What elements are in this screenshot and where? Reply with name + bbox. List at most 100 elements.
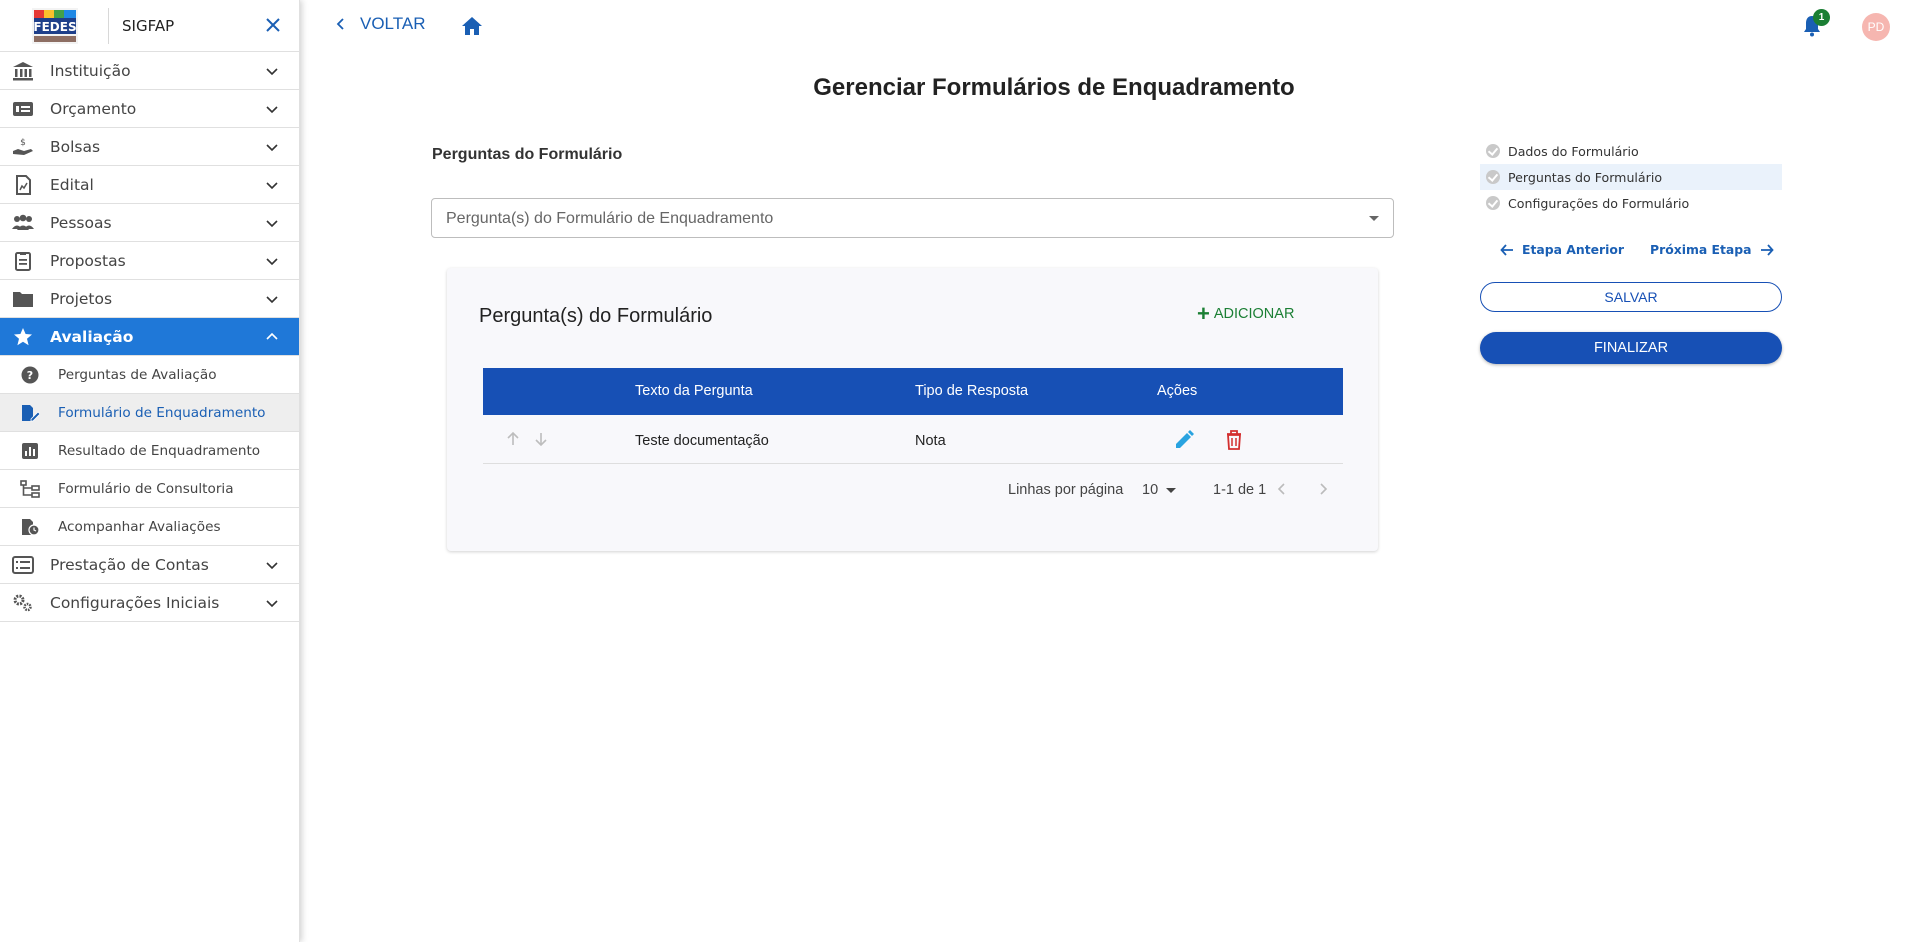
notification-badge: 1 bbox=[1813, 9, 1830, 26]
plus-icon: + bbox=[1197, 301, 1210, 326]
sidebar-item-label: Edital bbox=[50, 176, 94, 194]
add-button-label: ADICIONAR bbox=[1213, 306, 1295, 322]
document-edit-icon bbox=[22, 405, 40, 422]
star-icon bbox=[14, 328, 32, 346]
step-dados-formulario[interactable]: Dados do Formulário bbox=[1480, 138, 1782, 164]
card-title: Pergunta(s) do Formulário bbox=[479, 305, 713, 327]
question-select-placeholder: Pergunta(s) do Formulário de Enquadramen… bbox=[446, 210, 774, 227]
sidebar-item-label: Orçamento bbox=[50, 100, 137, 118]
list-icon bbox=[12, 556, 34, 574]
svg-text:?: ? bbox=[27, 369, 33, 382]
document-clock-icon bbox=[22, 519, 40, 536]
previous-step-label: Etapa Anterior bbox=[1522, 242, 1625, 257]
finish-button[interactable]: FINALIZAR bbox=[1480, 332, 1782, 364]
sidebar-item-edital[interactable]: Edital bbox=[0, 166, 299, 204]
rows-per-page-label: Linhas por página bbox=[1008, 482, 1124, 498]
close-icon[interactable] bbox=[262, 14, 284, 36]
section-title: Perguntas do Formulário bbox=[432, 146, 623, 163]
sidebar-subitem-formulario-enquadramento[interactable]: Formulário de Enquadramento bbox=[0, 394, 299, 432]
step-perguntas-formulario[interactable]: Perguntas do Formulário bbox=[1480, 164, 1782, 190]
home-icon[interactable] bbox=[460, 14, 484, 38]
save-button[interactable]: SALVAR bbox=[1480, 282, 1782, 312]
sidebar-item-bolsas[interactable]: $ Bolsas bbox=[0, 128, 299, 166]
sidebar-subitem-acompanhar-avaliacoes[interactable]: Acompanhar Avaliações bbox=[0, 508, 299, 546]
add-question-button[interactable]: + ADICIONAR bbox=[1197, 301, 1295, 326]
sidebar-item-label: Pessoas bbox=[50, 214, 112, 232]
sidebar-item-projetos[interactable]: Projetos bbox=[0, 280, 299, 318]
arrow-right-icon bbox=[1760, 243, 1774, 256]
rows-per-page-value: 10 bbox=[1142, 482, 1159, 498]
sidebar-subitem-label: Formulário de Enquadramento bbox=[58, 405, 266, 421]
step-label: Dados do Formulário bbox=[1508, 144, 1639, 159]
folder-icon bbox=[13, 292, 33, 307]
column-header-answer-type: Tipo de Resposta bbox=[915, 383, 1029, 399]
bank-icon bbox=[13, 62, 33, 81]
arrow-left-icon bbox=[1500, 243, 1513, 256]
top-bar: VOLTAR 1 PD bbox=[300, 0, 1918, 52]
delete-icon[interactable] bbox=[1224, 429, 1244, 451]
rows-per-page-select[interactable]: 10 bbox=[1142, 482, 1177, 498]
edit-icon[interactable] bbox=[1173, 429, 1195, 451]
logo-separator bbox=[108, 8, 109, 44]
svg-text:$: $ bbox=[20, 138, 26, 148]
money-card-icon bbox=[13, 102, 33, 116]
sidebar-item-configuracoes-iniciais[interactable]: Configurações Iniciais bbox=[0, 584, 299, 622]
next-step-button[interactable]: Próxima Etapa bbox=[1650, 242, 1774, 257]
back-button[interactable]: VOLTAR bbox=[334, 14, 426, 34]
document-chart-icon bbox=[16, 175, 31, 195]
chevron-right-icon[interactable] bbox=[1316, 482, 1330, 496]
pagination: Linhas por página 10 1-1 de 1 bbox=[483, 468, 1343, 508]
sidebar-subitem-formulario-consultoria[interactable]: Formulário de Consultoria bbox=[0, 470, 299, 508]
sidebar-subitem-perguntas-avaliacao[interactable]: ? Perguntas de Avaliação bbox=[0, 356, 299, 394]
chevron-down-icon bbox=[266, 106, 278, 114]
step-configuracoes-formulario[interactable]: Configurações do Formulário bbox=[1480, 190, 1782, 216]
sidebar: FEDES SIGFAP Instituição Orçamento $ Bol… bbox=[0, 0, 300, 942]
previous-step-button[interactable]: Etapa Anterior bbox=[1500, 242, 1624, 257]
stepper: Dados do Formulário Perguntas do Formulá… bbox=[1480, 138, 1782, 216]
sidebar-subitem-label: Acompanhar Avaliações bbox=[58, 519, 221, 535]
sidebar-item-avaliacao[interactable]: Avaliação bbox=[0, 318, 299, 356]
back-button-label: VOLTAR bbox=[360, 14, 426, 33]
avatar[interactable]: PD bbox=[1862, 13, 1890, 41]
sidebar-item-instituicao[interactable]: Instituição bbox=[0, 52, 299, 90]
column-header-question-text: Texto da Pergunta bbox=[635, 383, 753, 399]
step-label: Configurações do Formulário bbox=[1508, 196, 1690, 211]
bar-chart-icon bbox=[22, 443, 38, 459]
chevron-left-icon[interactable] bbox=[1275, 482, 1289, 496]
sidebar-item-label: Bolsas bbox=[50, 138, 101, 156]
chevron-left-icon bbox=[336, 18, 344, 30]
app-name: SIGFAP bbox=[122, 17, 175, 35]
chevron-up-icon bbox=[266, 332, 278, 340]
people-icon bbox=[12, 214, 34, 230]
sidebar-item-pessoas[interactable]: Pessoas bbox=[0, 204, 299, 242]
table-row: Teste documentação Nota bbox=[483, 416, 1343, 464]
sidebar-subitem-label: Formulário de Consultoria bbox=[58, 481, 234, 497]
questions-card: Pergunta(s) do Formulário + ADICIONAR Te… bbox=[447, 268, 1378, 551]
page-title: Gerenciar Formulários de Enquadramento bbox=[813, 74, 1295, 101]
sidebar-item-label: Configurações Iniciais bbox=[50, 594, 220, 612]
chevron-down-icon bbox=[266, 258, 278, 266]
hand-coin-icon: $ bbox=[13, 138, 33, 155]
dropdown-arrow-icon bbox=[1369, 216, 1379, 221]
sidebar-item-label: Projetos bbox=[50, 290, 113, 308]
sidebar-item-label: Instituição bbox=[50, 62, 131, 80]
chevron-down-icon bbox=[266, 68, 278, 76]
sidebar-item-orcamento[interactable]: Orçamento bbox=[0, 90, 299, 128]
arrow-down-icon[interactable] bbox=[533, 431, 549, 447]
clipboard-icon bbox=[15, 252, 31, 271]
sidebar-item-prestacao-contas[interactable]: Prestação de Contas bbox=[0, 546, 299, 584]
sidebar-subitem-resultado-enquadramento[interactable]: Resultado de Enquadramento bbox=[0, 432, 299, 470]
sidebar-item-label: Avaliação bbox=[50, 328, 134, 346]
chevron-down-icon bbox=[266, 144, 278, 152]
next-step-label: Próxima Etapa bbox=[1650, 242, 1752, 257]
svg-text:FEDES: FEDES bbox=[33, 20, 76, 34]
table-header: Texto da Pergunta Tipo de Resposta Ações bbox=[483, 368, 1343, 415]
chevron-down-icon bbox=[266, 220, 278, 228]
chevron-down-icon bbox=[266, 562, 278, 570]
sidebar-item-propostas[interactable]: Propostas bbox=[0, 242, 299, 280]
dropdown-arrow-icon bbox=[1166, 487, 1177, 493]
arrow-up-icon[interactable] bbox=[505, 431, 521, 447]
cell-question-text: Teste documentação bbox=[635, 433, 769, 449]
sidebar-item-label: Prestação de Contas bbox=[50, 556, 209, 574]
question-select[interactable]: Pergunta(s) do Formulário de Enquadramen… bbox=[431, 198, 1394, 238]
